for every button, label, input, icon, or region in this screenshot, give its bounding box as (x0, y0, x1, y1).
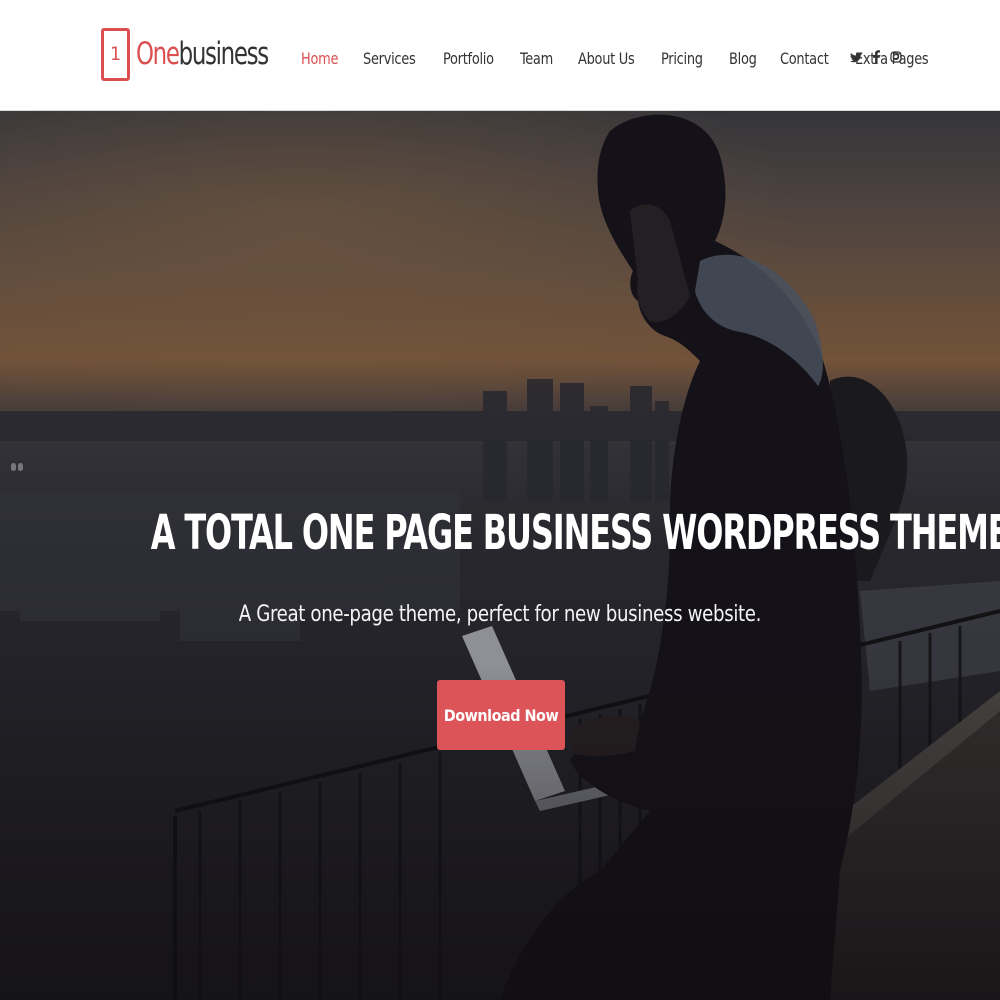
hero-title: A TOTAL ONE PAGE BUSINESS WORDPRESS THEM… (0, 509, 1000, 557)
hero-subtitle: A Great one-page theme, perfect for new … (0, 602, 1000, 627)
twitter-icon[interactable] (850, 49, 862, 65)
facebook-icon[interactable] (870, 49, 882, 65)
nav-item-team[interactable]: Team (520, 49, 553, 68)
nav-item-about-us[interactable]: About Us (578, 49, 635, 68)
nav-item-portfolio[interactable]: Portfolio (443, 49, 494, 68)
hero-subtitle-text: A Great one-page theme, perfect for new … (238, 602, 762, 627)
social-links (850, 47, 910, 67)
nav-item-pricing[interactable]: Pricing (661, 49, 703, 68)
nav-item-contact[interactable]: Contact (780, 49, 829, 68)
slider-dot[interactable] (11, 463, 16, 471)
site-logo[interactable]: 1 Onebusiness (101, 27, 297, 81)
logo-text-accent: One (136, 36, 180, 72)
instagram-icon[interactable] (890, 49, 902, 65)
logo-mark: 1 (101, 27, 130, 81)
nav-item-services[interactable]: Services (363, 49, 416, 68)
download-now-button[interactable]: Download Now (437, 680, 565, 750)
slider-dot[interactable] (18, 463, 23, 471)
site-header: 1 Onebusiness Home Services Portfolio Te… (0, 0, 1000, 111)
hero-section: A TOTAL ONE PAGE BUSINESS WORDPRESS THEM… (0, 111, 1000, 1000)
logo-text-rest: business (178, 36, 270, 72)
nav-item-home[interactable]: Home (301, 49, 338, 68)
hero-title-text: A TOTAL ONE PAGE BUSINESS WORDPRESS THEM… (150, 505, 1000, 561)
nav-item-blog[interactable]: Blog (729, 49, 757, 68)
logo-text: Onebusiness (136, 36, 270, 72)
slider-dots (11, 463, 25, 471)
